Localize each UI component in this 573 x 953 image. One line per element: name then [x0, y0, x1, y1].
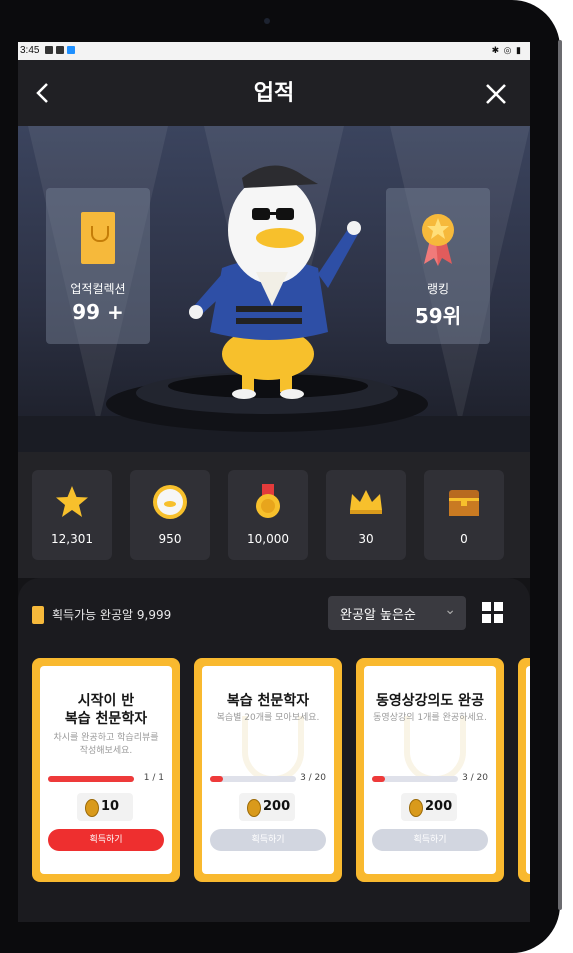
- reward-value: 200: [425, 799, 453, 814]
- status-time: 3:45: [20, 45, 40, 56]
- cast-icon: [56, 46, 64, 54]
- reward-value: 10: [101, 799, 120, 814]
- reward-badge: 200: [401, 793, 457, 821]
- stat-value: 10,000: [247, 532, 289, 546]
- app-screen: 3:45 ✱ ◎ ▮ 업적 업적컬렉션 99 + 랭킹 59위 12,301 9…: [18, 42, 530, 922]
- collection-panel[interactable]: 업적컬렉션 99 +: [46, 188, 150, 344]
- sort-dropdown[interactable]: 완공알 높은순 ⌄: [328, 596, 466, 630]
- ranking-label: 랭킹: [426, 282, 450, 296]
- stat-value: 0: [460, 532, 468, 546]
- card-description: 동영상강의 1개를 완공하세요.: [373, 713, 487, 723]
- ranking-panel[interactable]: 랭킹 59위: [386, 188, 490, 344]
- progress-count: 3 / 20: [300, 773, 326, 783]
- claim-button[interactable]: 획득하기: [48, 829, 164, 851]
- card-title: 시작이 반 복습 천문학자: [64, 693, 148, 727]
- progress-fill: [372, 776, 385, 782]
- stat-treasure[interactable]: 0: [424, 470, 504, 560]
- medal-icon: [256, 484, 280, 518]
- sort-label: 완공알 높은순: [340, 608, 416, 623]
- status-bar: 3:45 ✱ ◎ ▮: [18, 42, 530, 60]
- collection-value: 99 +: [72, 300, 124, 324]
- notification-icons: [45, 46, 75, 54]
- claim-button[interactable]: 획득하기: [210, 829, 326, 851]
- stat-medals[interactable]: 10,000: [228, 470, 308, 560]
- hero-stage: 업적컬렉션 99 + 랭킹 59위: [18, 126, 530, 452]
- tablet-frame: 3:45 ✱ ◎ ▮ 업적 업적컬렉션 99 + 랭킹 59위 12,301 9…: [0, 0, 562, 953]
- available-count: 획득가능 완공알 9,999: [52, 608, 172, 622]
- stat-value: 12,301: [51, 532, 93, 546]
- progress-count: 1 / 1: [143, 773, 164, 783]
- collection-label: 업적컬렉션: [70, 282, 126, 296]
- stat-value: 950: [158, 532, 182, 546]
- achievement-cards: 시작이 반 복습 천문학자 차시를 완공하고 학습리뷰를 작성해보세요. 1 /…: [18, 658, 530, 886]
- progress-fill: [48, 776, 134, 782]
- card-title: 복습 천문학자: [226, 693, 310, 709]
- achievement-card[interactable]: 동영상강의도 완공 동영상강의 1개를 완공하세요. 3 / 20 200 획득…: [356, 658, 504, 882]
- reward-badge: 10: [77, 793, 133, 821]
- crown-icon: [350, 490, 382, 514]
- trophy-watermark-icon: [242, 716, 304, 782]
- stat-crowns[interactable]: 30: [326, 470, 406, 560]
- progress-bar: [372, 776, 458, 782]
- stats-row: 12,301 950 10,000 30 0: [18, 452, 530, 578]
- achievement-list-section: 획득가능 완공알 9,999 완공알 높은순 ⌄ 시작이 반 복습 천문학자 차…: [18, 578, 530, 922]
- app-header: 업적: [18, 60, 530, 126]
- trophy-card-icon: [81, 212, 115, 264]
- gallery-icon: [45, 46, 53, 54]
- page-title: 업적: [253, 81, 295, 106]
- stat-character[interactable]: 950: [130, 470, 210, 560]
- progress-bar: [48, 776, 134, 782]
- progress-fill: [210, 776, 223, 782]
- trophy-watermark-icon: [404, 716, 466, 782]
- claim-button[interactable]: 획득하기: [372, 829, 488, 851]
- treasure-chest-icon: [449, 490, 479, 516]
- status-system-icons: ✱ ◎ ▮: [491, 45, 522, 55]
- progress-bar: [210, 776, 296, 782]
- reward-value: 200: [263, 799, 291, 814]
- star-icon: [56, 486, 88, 517]
- reward-badge: 200: [239, 793, 295, 821]
- egg-coin-icon: [85, 799, 99, 817]
- stat-stars[interactable]: 12,301: [32, 470, 112, 560]
- app-notification-icon: [67, 46, 75, 54]
- ranking-value: 59위: [414, 304, 462, 328]
- progress-count: 3 / 20: [462, 773, 488, 783]
- achievement-card[interactable]: 복습 천문학자 복습별 20개를 모아보세요. 3 / 20 200 획득하기: [194, 658, 342, 882]
- achievement-card[interactable]: 시작이 반 복습 천문학자 차시를 완공하고 학습리뷰를 작성해보세요. 1 /…: [32, 658, 180, 882]
- card-description: 복습별 20개를 모아보세요.: [216, 713, 320, 723]
- duck-mascot-character: [189, 165, 361, 399]
- character-coin-icon: [153, 485, 187, 519]
- card-title: 동영상강의도 완공: [376, 693, 484, 709]
- egg-coin-icon: [247, 799, 261, 817]
- egg-coin-icon: [32, 606, 44, 624]
- stat-value: 30: [358, 532, 374, 546]
- egg-coin-icon: [409, 799, 423, 817]
- front-camera: [264, 18, 270, 24]
- grid-view-icon[interactable]: [482, 602, 504, 624]
- close-icon[interactable]: [484, 78, 508, 112]
- chevron-down-icon: ⌄: [444, 602, 456, 618]
- card-description: 차시를 완공하고 학습리뷰를 작성해보세요.: [53, 733, 159, 756]
- ranking-ribbon-icon: [422, 214, 454, 266]
- achievement-card-partial[interactable]: [518, 658, 530, 882]
